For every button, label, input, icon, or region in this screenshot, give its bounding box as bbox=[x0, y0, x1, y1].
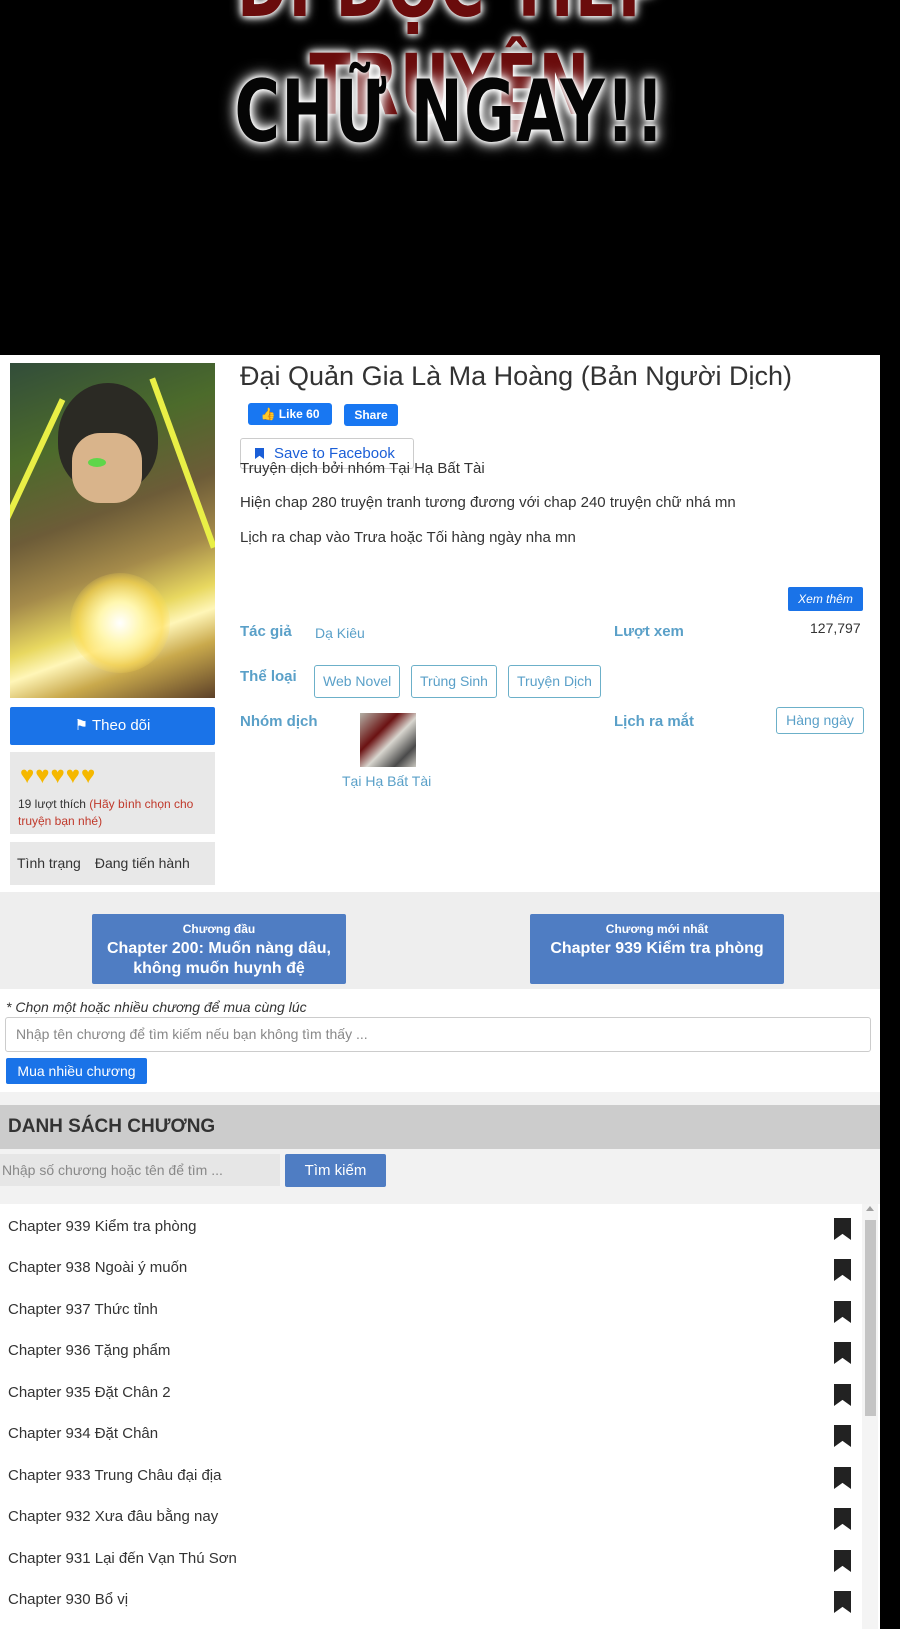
multi-buy-section: * Chọn một hoặc nhiều chương để mua cùng… bbox=[0, 989, 880, 1092]
character-eye bbox=[88, 458, 106, 467]
status-label: Tình trạng bbox=[17, 855, 81, 871]
bookmark-icon[interactable] bbox=[834, 1259, 851, 1281]
heart-icon[interactable]: ♥ bbox=[35, 762, 50, 789]
chapter-list: Chapter 939 Kiểm tra phòng Chapter 938 N… bbox=[0, 1204, 880, 1629]
lightning-decoration bbox=[149, 377, 215, 549]
story-info: ⚑ Theo dõi ♥♥♥♥♥ 19 lượt thích (Hãy bình… bbox=[0, 355, 880, 892]
scrollbar[interactable] bbox=[862, 1204, 878, 1629]
heart-icon[interactable]: ♥ bbox=[51, 762, 66, 789]
thumbs-up-icon: 👍 bbox=[260, 407, 276, 421]
chapter-link[interactable]: Chapter 936 Tặng phẩm bbox=[8, 1342, 170, 1359]
cover-image[interactable] bbox=[10, 363, 215, 698]
status-value: Đang tiến hành bbox=[94, 855, 190, 871]
bookmark-icon[interactable] bbox=[834, 1508, 851, 1530]
character-face bbox=[72, 433, 142, 503]
bookmark-icon[interactable] bbox=[834, 1384, 851, 1406]
chapter-list-heading: DANH SÁCH CHƯƠNG bbox=[0, 1105, 880, 1149]
banner-line-2: CHỮ NGAY!! bbox=[234, 62, 666, 162]
status-box: Tình trạng Đang tiến hành bbox=[10, 842, 215, 885]
likes-text: 19 lượt thích (Hãy bình chọn cho truyện … bbox=[18, 796, 213, 830]
chapter-list-search-input[interactable]: Nhập số chương hoặc tên để tìm ... bbox=[0, 1154, 280, 1186]
chapter-search-input[interactable]: Nhập tên chương để tìm kiếm nếu bạn khôn… bbox=[5, 1017, 871, 1052]
bookmark-icon[interactable] bbox=[834, 1550, 851, 1572]
bookmark-icon[interactable] bbox=[834, 1591, 851, 1613]
bookmark-icon bbox=[255, 448, 264, 459]
chapter-row[interactable]: Chapter 938 Ngoài ý muốn bbox=[0, 1249, 860, 1290]
first-chapter-title: Chapter 200: Muốn nàng dâu, không muốn h… bbox=[106, 940, 331, 977]
author-label: Tác giả bbox=[240, 623, 292, 640]
chapter-link[interactable]: Chapter 930 Bổ vị bbox=[8, 1591, 128, 1608]
views-count: 127,797 bbox=[810, 620, 861, 636]
follow-label: Theo dõi bbox=[91, 717, 151, 734]
chapter-link[interactable]: Chapter 935 Đặt Chân 2 bbox=[8, 1384, 171, 1401]
genre-tag[interactable]: Truyện Dịch bbox=[508, 665, 601, 698]
chapter-link[interactable]: Chapter 933 Trung Châu đại địa bbox=[8, 1467, 221, 1484]
bookmark-icon[interactable] bbox=[834, 1301, 851, 1323]
multi-buy-note: * Chọn một hoặc nhiều chương để mua cùng… bbox=[6, 999, 307, 1015]
lightning-decoration bbox=[10, 398, 66, 528]
likes-count: 19 lượt thích bbox=[18, 797, 86, 811]
first-chapter-button[interactable]: Chương đầu Chapter 200: Muốn nàng dâu, k… bbox=[92, 914, 346, 984]
chapter-link[interactable]: Chapter 938 Ngoài ý muốn bbox=[8, 1259, 187, 1276]
chapter-row[interactable]: Chapter 932 Xưa đâu bằng nay bbox=[0, 1498, 860, 1539]
rating-box: ♥♥♥♥♥ 19 lượt thích (Hãy bình chọn cho t… bbox=[10, 752, 215, 834]
latest-chapter-title: Chapter 939 Kiểm tra phòng bbox=[550, 940, 764, 957]
chapter-row[interactable]: Chapter 934 Đặt Chân bbox=[0, 1415, 860, 1456]
energy-glow bbox=[70, 573, 170, 673]
group-label: Nhóm dịch bbox=[240, 713, 318, 730]
bookmark-icon: ⚑ bbox=[74, 717, 89, 734]
chapter-row[interactable]: Chapter 937 Thức tỉnh bbox=[0, 1291, 860, 1332]
scroll-up-arrow-icon[interactable] bbox=[866, 1206, 874, 1211]
description-line: Truyện dịch bởi nhóm Tại Hạ Bất Tài bbox=[240, 460, 485, 477]
author-link[interactable]: Dạ Kiêu bbox=[315, 625, 365, 641]
page: ĐI ĐỌC TIẾP TRUYỆN CHỮ NGAY!! ⚑ Theo dõi… bbox=[0, 0, 900, 1629]
chapter-row[interactable]: Chapter 935 Đặt Chân 2 bbox=[0, 1374, 860, 1415]
chapter-link[interactable]: Chapter 934 Đặt Chân bbox=[8, 1425, 158, 1442]
views-label: Lượt xem bbox=[614, 623, 684, 640]
follow-button[interactable]: ⚑ Theo dõi bbox=[10, 707, 215, 745]
heart-icon[interactable]: ♥ bbox=[66, 762, 81, 789]
bookmark-icon[interactable] bbox=[834, 1342, 851, 1364]
chapter-nav: Chương đầu Chapter 200: Muốn nàng dâu, k… bbox=[0, 892, 880, 989]
chapter-row[interactable]: Chapter 936 Tặng phẩm bbox=[0, 1332, 860, 1373]
first-chapter-caption: Chương đầu bbox=[182, 922, 256, 936]
chapter-row[interactable]: Chapter 930 Bổ vị bbox=[0, 1581, 860, 1622]
genre-tag[interactable]: Trùng Sinh bbox=[411, 665, 497, 698]
facebook-share-button[interactable]: Share bbox=[344, 404, 398, 426]
facebook-like-label: Like 60 bbox=[278, 407, 320, 421]
rating-hearts[interactable]: ♥♥♥♥♥ bbox=[20, 762, 96, 790]
latest-chapter-button[interactable]: Chương mới nhất Chapter 939 Kiểm tra phò… bbox=[530, 914, 784, 984]
chapter-link[interactable]: Chapter 939 Kiểm tra phòng bbox=[8, 1218, 196, 1235]
bookmark-icon[interactable] bbox=[834, 1467, 851, 1489]
promo-banner[interactable]: ĐI ĐỌC TIẾP TRUYỆN CHỮ NGAY!! bbox=[0, 0, 900, 355]
genre-label: Thể loại bbox=[240, 668, 297, 685]
chapter-row[interactable]: Chapter 933 Trung Châu đại địa bbox=[0, 1457, 860, 1498]
buy-multiple-button[interactable]: Mua nhiều chương bbox=[6, 1058, 147, 1084]
story-title: Đại Quản Gia Là Ma Hoàng (Bản Người Dịch… bbox=[240, 361, 793, 391]
bookmark-icon[interactable] bbox=[834, 1425, 851, 1447]
facebook-like-button[interactable]: 👍 Like 60 bbox=[248, 403, 332, 425]
description-line: Hiện chap 280 truyện tranh tương đương v… bbox=[240, 494, 736, 511]
chapter-row[interactable]: Chapter 939 Kiểm tra phòng bbox=[0, 1208, 860, 1249]
description-line: Lịch ra chap vào Trưa hoặc Tối hàng ngày… bbox=[240, 529, 576, 546]
chapter-row[interactable]: Chapter 931 Lại đến Vạn Thú Sơn bbox=[0, 1540, 860, 1581]
scrollbar-thumb[interactable] bbox=[865, 1220, 876, 1416]
release-label: Lịch ra mắt bbox=[614, 713, 695, 730]
bookmark-icon[interactable] bbox=[834, 1218, 851, 1240]
chapter-link[interactable]: Chapter 932 Xưa đâu bằng nay bbox=[8, 1508, 218, 1525]
see-more-button[interactable]: Xem thêm bbox=[788, 587, 863, 611]
chapter-link[interactable]: Chapter 931 Lại đến Vạn Thú Sơn bbox=[8, 1550, 237, 1567]
latest-chapter-caption: Chương mới nhất bbox=[605, 922, 709, 936]
chapter-link[interactable]: Chapter 937 Thức tỉnh bbox=[8, 1301, 158, 1318]
chapter-list-section: DANH SÁCH CHƯƠNG Nhập số chương hoặc tên… bbox=[0, 1092, 880, 1629]
genre-tag[interactable]: Web Novel bbox=[314, 665, 401, 698]
group-avatar[interactable] bbox=[360, 713, 416, 767]
chapter-list-search-button[interactable]: Tìm kiếm bbox=[285, 1154, 386, 1187]
heart-icon[interactable]: ♥ bbox=[20, 762, 35, 789]
group-name-link[interactable]: Tại Hạ Bất Tài bbox=[342, 773, 431, 789]
release-schedule: Hàng ngày bbox=[776, 707, 864, 734]
heart-icon[interactable]: ♥ bbox=[81, 762, 96, 789]
